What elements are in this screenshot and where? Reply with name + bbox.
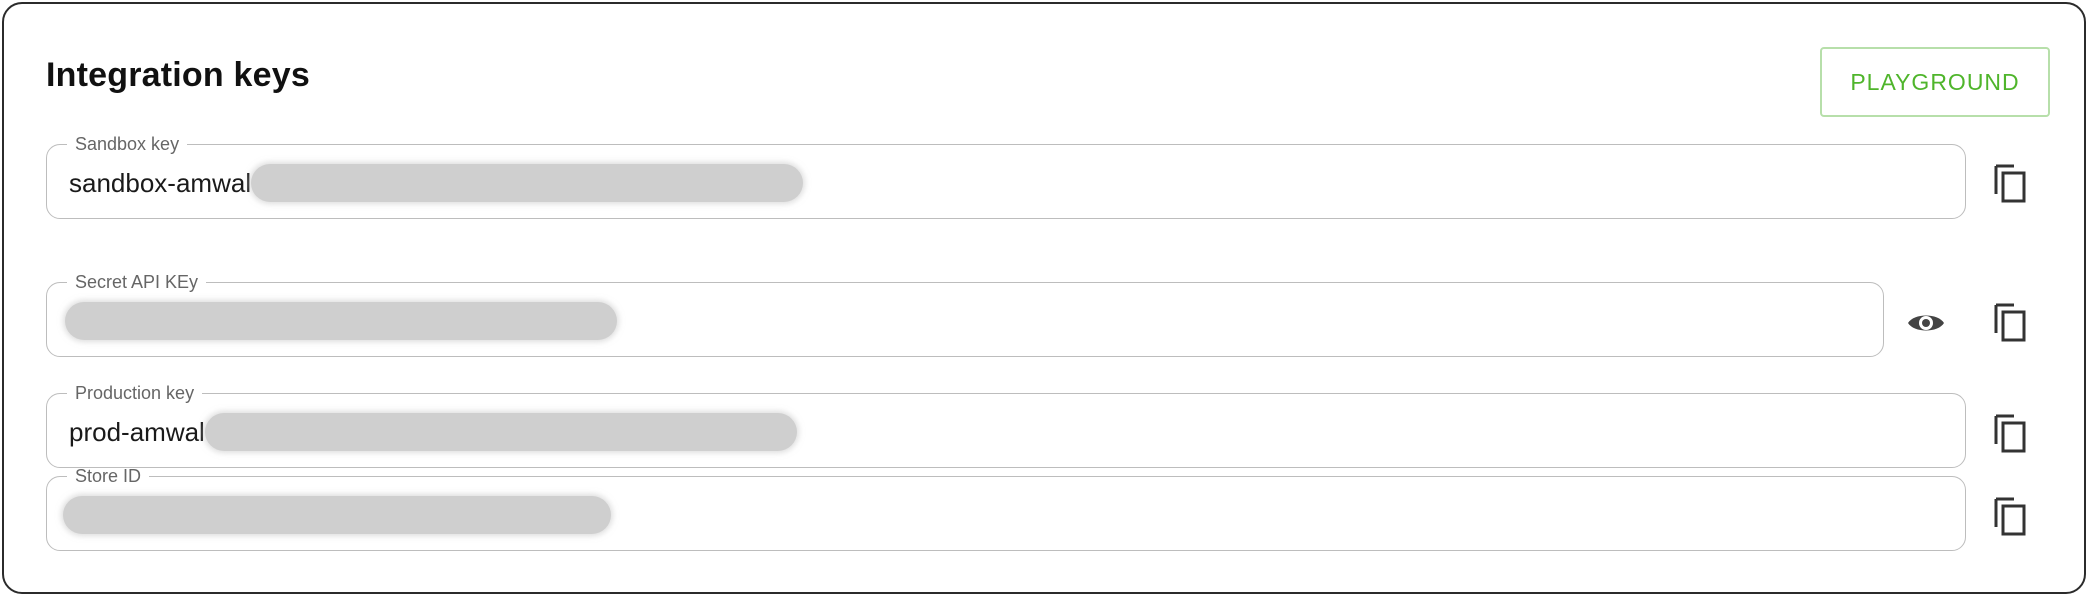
secret-api-key-value [65,302,617,340]
eye-icon [1908,315,1944,331]
copy-production-key-button[interactable] [1986,410,2034,458]
copy-icon [1994,497,2026,536]
copy-store-id-button[interactable] [1986,493,2034,541]
store-id-field[interactable]: Store ID [46,467,1966,551]
copy-icon [1994,303,2026,342]
secret-api-key-field[interactable]: Secret API KEy [46,273,1884,357]
integration-keys-card: Integration keys PLAYGROUND Sandbox key … [2,2,2086,594]
secret-api-key-label: Secret API KEy [75,272,199,292]
store-id-label: Store ID [75,466,142,486]
secret-api-key-redacted [65,302,617,340]
copy-icon [1994,414,2026,453]
playground-button[interactable]: PLAYGROUND [1820,47,2050,117]
store-id-value [63,496,611,534]
production-key-prefix: prod-amwal [69,416,205,447]
sandbox-key-value: sandbox-amwal [69,164,804,202]
sandbox-key-prefix: sandbox-amwal [69,167,252,198]
production-key-redacted [204,413,797,451]
sandbox-key-label: Sandbox key [75,134,180,154]
copy-icon [1994,164,2026,203]
copy-secret-api-key-button[interactable] [1986,299,2034,347]
production-key-value: prod-amwal [69,413,797,451]
reveal-secret-button[interactable] [1902,299,1950,347]
production-key-label: Production key [75,383,195,403]
sandbox-key-redacted [251,164,804,202]
production-key-field[interactable]: Production key prod-amwal [46,384,1966,468]
copy-sandbox-key-button[interactable] [1986,160,2034,208]
sandbox-key-field[interactable]: Sandbox key sandbox-amwal [46,135,1966,219]
store-id-redacted [63,496,611,534]
section-title: Integration keys [46,56,310,94]
